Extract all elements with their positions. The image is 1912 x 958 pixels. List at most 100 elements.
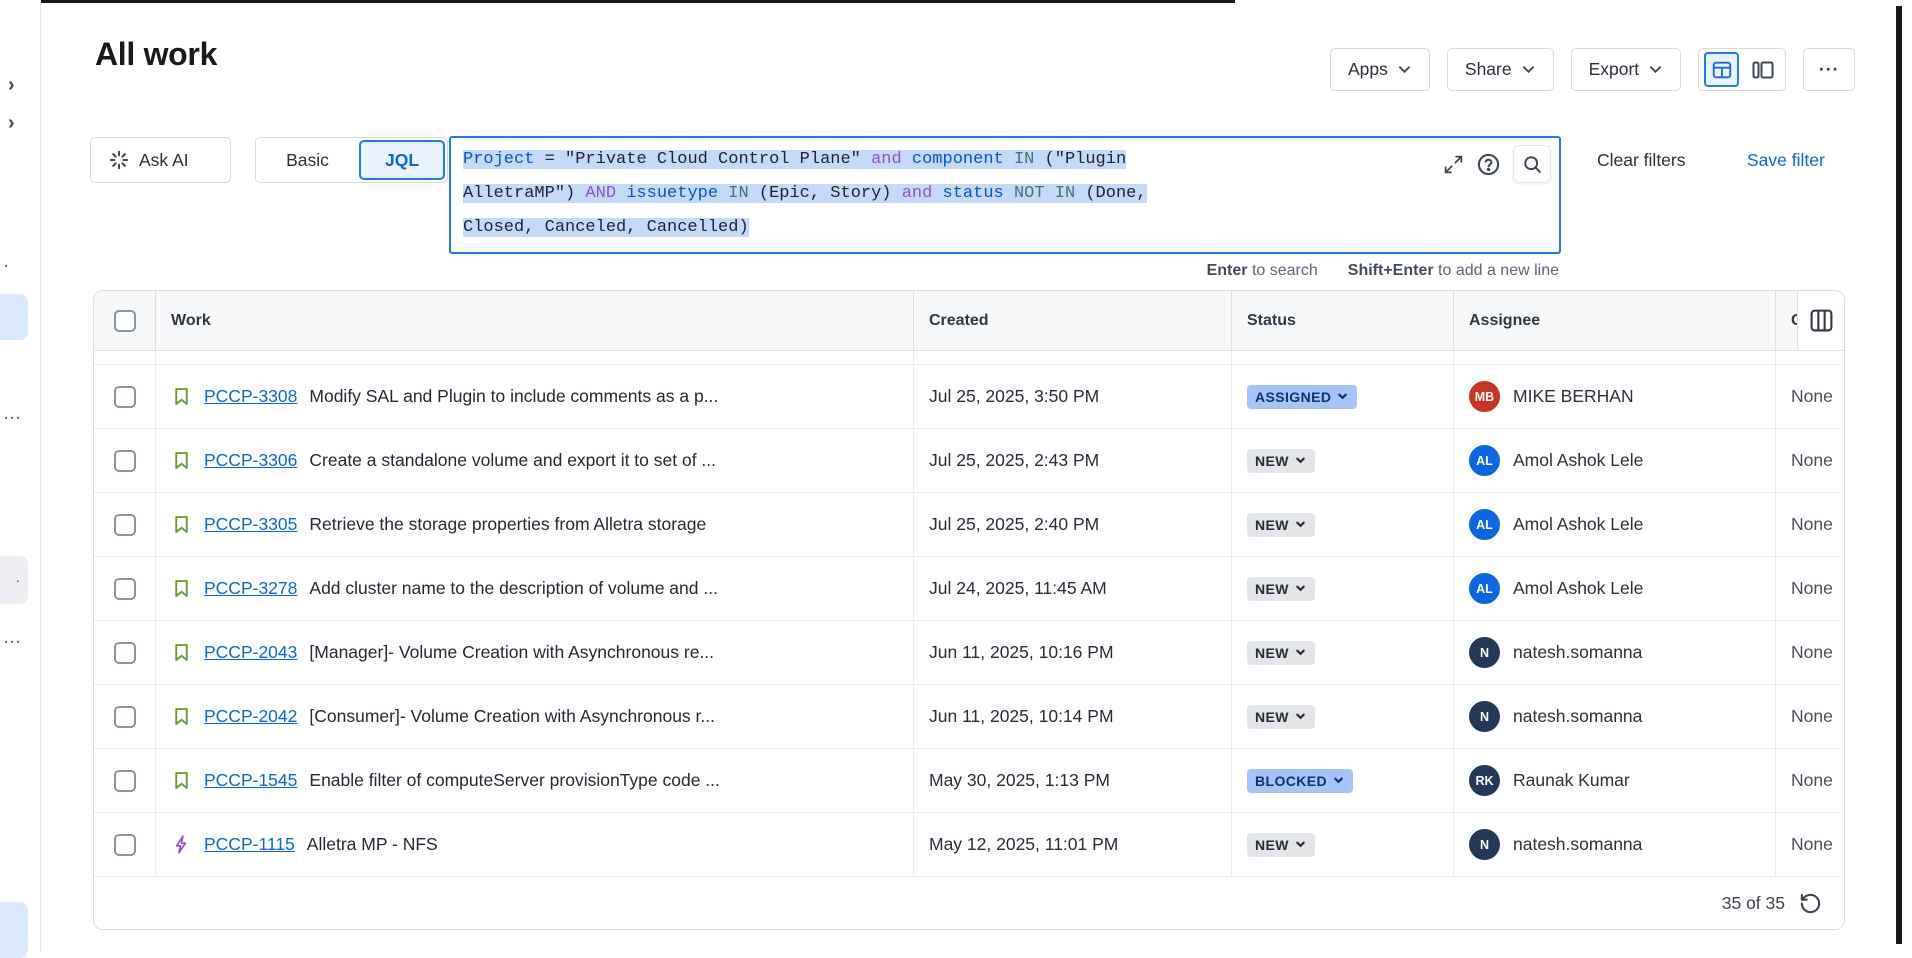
row-checkbox[interactable]: [114, 578, 136, 600]
status-badge[interactable]: NEW: [1247, 513, 1315, 537]
work-table: Work Created Status Assignee C PCCP-3308…: [93, 290, 1845, 930]
help-icon[interactable]: [1476, 152, 1501, 177]
status-badge[interactable]: NEW: [1247, 641, 1315, 665]
status-badge[interactable]: NEW: [1247, 705, 1315, 729]
jql-input[interactable]: Project = "Private Cloud Control Plane" …: [449, 136, 1561, 254]
epic-icon: [171, 834, 192, 855]
status-badge[interactable]: NEW: [1247, 449, 1315, 473]
jql-token: and: [902, 184, 933, 203]
more-options-button[interactable]: ···: [1803, 48, 1855, 91]
assignee-name: Amol Ashok Lele: [1513, 450, 1643, 471]
table-row: PCCP-1115Alletra MP - NFSMay 12, 2025, 1…: [94, 813, 1844, 877]
row-checkbox[interactable]: [114, 834, 136, 856]
hint-enter-text: to search: [1248, 262, 1318, 279]
status-badge[interactable]: NEW: [1247, 833, 1315, 857]
jql-line: Closed, Canceled, Cancelled): [463, 211, 1547, 245]
category-cell: None: [1776, 749, 1844, 812]
split-view-icon: [1751, 58, 1775, 82]
more-horizontal-icon[interactable]: ···: [4, 410, 22, 427]
save-filter-button[interactable]: Save filter: [1747, 150, 1825, 171]
story-icon: [171, 578, 192, 599]
column-header-assignee[interactable]: Assignee: [1454, 291, 1776, 350]
issue-key-link[interactable]: PCCP-1115: [204, 834, 295, 855]
category-cell: None: [1776, 813, 1844, 876]
row-checkbox-cell: [94, 557, 156, 620]
refresh-icon[interactable]: [1799, 892, 1822, 915]
ask-ai-button[interactable]: Ask AI: [90, 137, 231, 183]
created-cell: Jul 24, 2025, 11:45 AM: [914, 557, 1232, 620]
status-badge[interactable]: NEW: [1247, 577, 1315, 601]
basic-mode-tab[interactable]: Basic: [256, 150, 359, 171]
issue-key-link[interactable]: PCCP-3305: [204, 514, 297, 535]
chevron-down-icon: [1397, 64, 1412, 75]
assignee-cell: Nnatesh.somanna: [1454, 621, 1776, 684]
issue-summary: [Consumer]- Volume Creation with Asynchr…: [309, 706, 715, 727]
issue-key-link[interactable]: PCCP-2043: [204, 642, 297, 663]
issue-summary: Enable filter of computeServer provision…: [309, 770, 720, 791]
table-row: PCCP-3278 Add cluster name to the descrip…: [94, 557, 1844, 621]
issue-key-link[interactable]: PCCP-3308: [204, 386, 297, 407]
category-cell: None: [1776, 621, 1844, 684]
status-badge[interactable]: ASSIGNED: [1247, 385, 1357, 409]
detail-view-button[interactable]: [1746, 53, 1780, 87]
issue-key-link[interactable]: PCCP-3278: [204, 578, 297, 599]
sparkle-icon: [108, 149, 130, 171]
issue-key-link[interactable]: PCCP-2042: [204, 706, 297, 727]
table-row: PCCP-1545 Enable filter of computeServer …: [94, 749, 1844, 813]
sidebar-item-fragment[interactable]: ·: [0, 556, 28, 604]
jql-token: issuetype: [626, 184, 718, 203]
row-checkbox[interactable]: [114, 706, 136, 728]
jql-line: Project = "Private Cloud Control Plane" …: [463, 143, 1547, 177]
created-cell: Jul 25, 2025, 2:40 PM: [914, 493, 1232, 556]
jql-token: [861, 150, 871, 169]
select-all-checkbox[interactable]: [114, 310, 136, 332]
configure-columns-button[interactable]: [1797, 291, 1844, 350]
sidebar-item-selected-fragment[interactable]: [0, 294, 28, 340]
issue-summary: Add cluster name to the description of v…: [309, 578, 718, 599]
created-cell: Jun 11, 2025, 10:16 PM: [914, 621, 1232, 684]
issue-key-link[interactable]: PCCP-1545: [204, 770, 297, 791]
sidebar-item-fragment[interactable]: ·: [4, 258, 10, 275]
clear-filters-button[interactable]: Clear filters: [1597, 150, 1686, 171]
row-checkbox[interactable]: [114, 450, 136, 472]
work-cell: PCCP-3278 Add cluster name to the descrip…: [156, 557, 914, 620]
avatar: N: [1469, 829, 1500, 860]
sidebar-item-fragment[interactable]: [0, 902, 28, 958]
table-view-button[interactable]: [1704, 52, 1739, 87]
assignee-name: natesh.somanna: [1513, 642, 1642, 663]
status-badge[interactable]: BLOCKED: [1247, 769, 1353, 793]
created-cell: Jul 25, 2025, 2:43 PM: [914, 429, 1232, 492]
work-cell: PCCP-3305Retrieve the storage properties…: [156, 493, 914, 556]
status-cell: NEW: [1232, 557, 1454, 620]
status-cell: NEW: [1232, 685, 1454, 748]
category-cell: None: [1776, 557, 1844, 620]
column-header-work[interactable]: Work: [156, 291, 914, 350]
jql-mode-tab[interactable]: JQL: [359, 140, 445, 180]
column-header-status[interactable]: Status: [1232, 291, 1454, 350]
avatar: AL: [1469, 573, 1500, 604]
issue-summary: Alletra MP - NFS: [307, 834, 438, 855]
jql-token: [1004, 184, 1014, 203]
jql-token: IN: [728, 184, 748, 203]
chevron-right-icon[interactable]: ›: [8, 74, 15, 97]
status-cell: NEW: [1232, 429, 1454, 492]
apps-button[interactable]: Apps: [1330, 48, 1430, 91]
jql-token: component: [912, 150, 1004, 169]
story-icon: [171, 770, 192, 791]
row-checkbox[interactable]: [114, 642, 136, 664]
row-checkbox[interactable]: [114, 514, 136, 536]
avatar: N: [1469, 637, 1500, 668]
share-button[interactable]: Share: [1447, 48, 1554, 91]
column-header-created[interactable]: Created: [914, 291, 1232, 350]
work-cell: PCCP-2043[Manager]- Volume Creation with…: [156, 621, 914, 684]
jql-token: IN: [1014, 150, 1034, 169]
chevron-right-icon[interactable]: ›: [8, 112, 15, 135]
export-button[interactable]: Export: [1571, 48, 1682, 91]
jql-hint: Enter to searchShift+Enter to add a new …: [449, 262, 1559, 280]
more-horizontal-icon[interactable]: ···: [4, 634, 22, 651]
issue-key-link[interactable]: PCCP-3306: [204, 450, 297, 471]
row-checkbox[interactable]: [114, 770, 136, 792]
expand-icon[interactable]: [1443, 154, 1464, 175]
search-button[interactable]: [1513, 145, 1551, 183]
row-checkbox[interactable]: [114, 386, 136, 408]
